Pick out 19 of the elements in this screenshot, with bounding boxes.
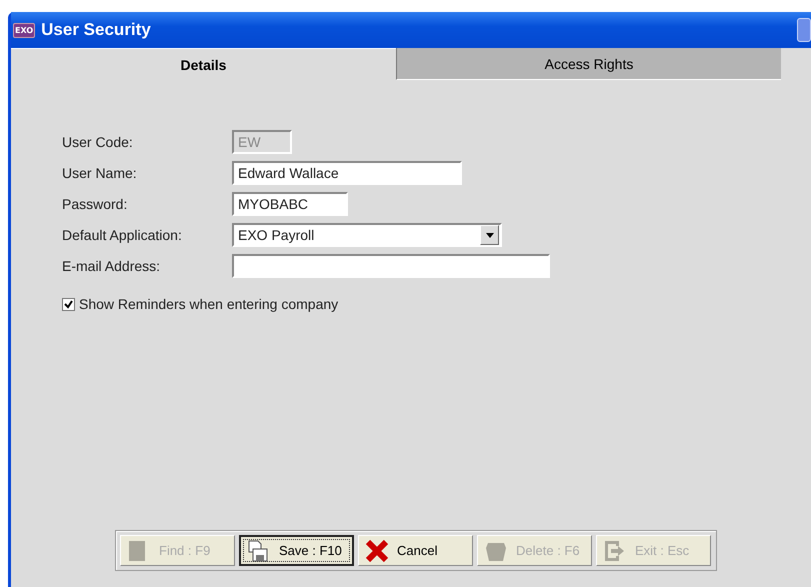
save-button[interactable]: Save : F10 <box>239 535 354 566</box>
field-label: User Code: <box>62 134 134 150</box>
field-label: Default Application: <box>62 227 183 243</box>
close-button[interactable] <box>797 18 811 42</box>
field-label: User Name: <box>62 165 138 181</box>
app-badge: EXO <box>13 22 36 38</box>
dropdown-field[interactable]: EXO Payroll <box>232 223 502 247</box>
close-icon <box>365 538 389 562</box>
input-field[interactable]: Edward Wallace <box>232 161 462 185</box>
checkbox-label: Show Reminders when entering company <box>79 296 338 312</box>
dropdown-arrow-icon[interactable] <box>486 232 494 238</box>
window-title: User Security <box>41 20 151 40</box>
cancel-button[interactable]: Cancel <box>358 535 473 566</box>
field-label: Password: <box>62 196 128 212</box>
tab[interactable]: Access Rights <box>396 48 781 80</box>
input-field[interactable] <box>232 254 550 278</box>
field-label: E-mail Address: <box>62 258 162 274</box>
checkbox[interactable] <box>62 298 75 310</box>
input-field[interactable]: MYOBABC <box>232 192 348 216</box>
